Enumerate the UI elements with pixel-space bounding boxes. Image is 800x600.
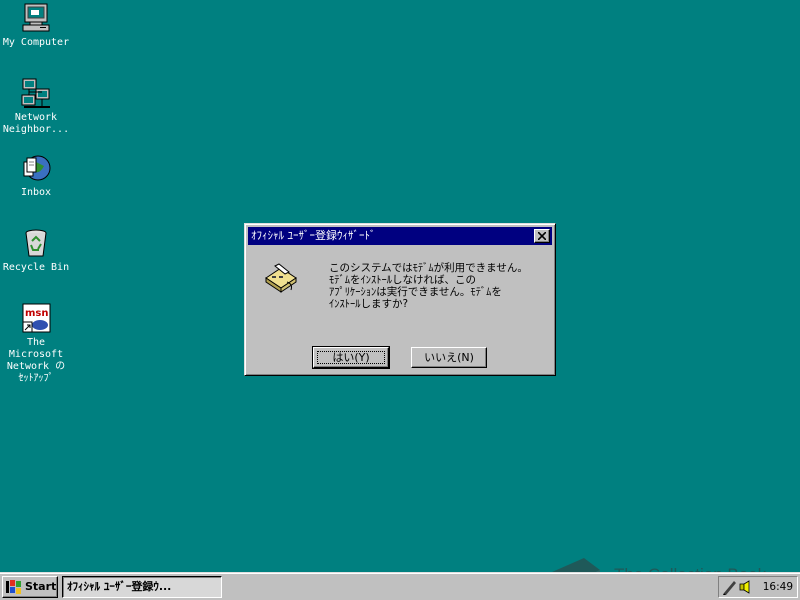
system-tray: 16:49 (718, 576, 798, 598)
no-button[interactable]: いいえ(N) (411, 347, 487, 368)
desktop-icon-label: Network Neighbor... (2, 112, 70, 135)
windows-logo-icon (6, 580, 21, 594)
inbox-icon (23, 155, 51, 181)
modem-phone-icon (265, 263, 297, 293)
my-computer-icon (22, 3, 50, 32)
desktop-icon-network-neighborhood[interactable]: Network Neighbor... (0, 77, 72, 136)
wizard-dialog: ｵﾌｨｼｬﾙ ﾕｰｻﾞｰ登録ｳｨｻﾞｰﾄﾞ このシステムではﾓﾃﾞﾑが利用できま… (244, 223, 556, 376)
dialog-title: ｵﾌｨｼｬﾙ ﾕｰｻﾞｰ登録ｳｨｻﾞｰﾄﾞ (251, 229, 376, 242)
dialog-titlebar[interactable]: ｵﾌｨｼｬﾙ ﾕｰｻﾞｰ登録ｳｨｻﾞｰﾄﾞ (248, 227, 552, 245)
svg-text:msn: msn (25, 308, 49, 319)
task-label: ｵﾌｨｼｬﾙ ﾕｰｻﾞｰ登録ｳ... (67, 580, 172, 593)
network-neighborhood-icon (21, 78, 50, 108)
desktop-icon-label: Recycle Bin (2, 262, 70, 273)
dialog-message: このシステムではﾓﾃﾞﾑが利用できません。 ﾓﾃﾞﾑをｲﾝｽﾄｰﾙしなければ、こ… (329, 262, 528, 310)
recycle-bin-icon (25, 229, 47, 257)
desktop-icon-inbox[interactable]: Inbox (0, 152, 72, 199)
yes-button-label: はい(Y) (332, 351, 370, 364)
start-button[interactable]: Start (2, 576, 58, 598)
desktop-icon-label: The Microsoft Network の ｾｯﾄｱｯﾌﾟ (6, 337, 66, 384)
desktop-icon-my-computer[interactable]: My Computer (0, 2, 72, 49)
start-label: Start (25, 580, 57, 593)
desktop-icon-msn-setup[interactable]: msn The Microsoft Network の ｾｯﾄｱｯﾌﾟ (0, 302, 72, 385)
taskbar: Start ｵﾌｨｼｬﾙ ﾕｰｻﾞｰ登録ｳ... 16:49 (0, 572, 800, 600)
desktop-icon-label: My Computer (2, 37, 70, 48)
pen-icon[interactable] (722, 579, 738, 595)
close-button[interactable] (534, 229, 550, 243)
desktop-icon-label: Inbox (20, 187, 52, 198)
speaker-icon[interactable] (739, 580, 753, 594)
taskbar-task-wizard[interactable]: ｵﾌｨｼｬﾙ ﾕｰｻﾞｰ登録ｳ... (62, 576, 222, 598)
no-button-label: いいえ(N) (424, 351, 474, 364)
yes-button[interactable]: はい(Y) (312, 346, 390, 369)
desktop-icon-recycle-bin[interactable]: Recycle Bin (0, 227, 72, 274)
msn-setup-icon: msn (22, 303, 51, 333)
close-icon (538, 232, 546, 240)
clock[interactable]: 16:49 (763, 577, 793, 597)
